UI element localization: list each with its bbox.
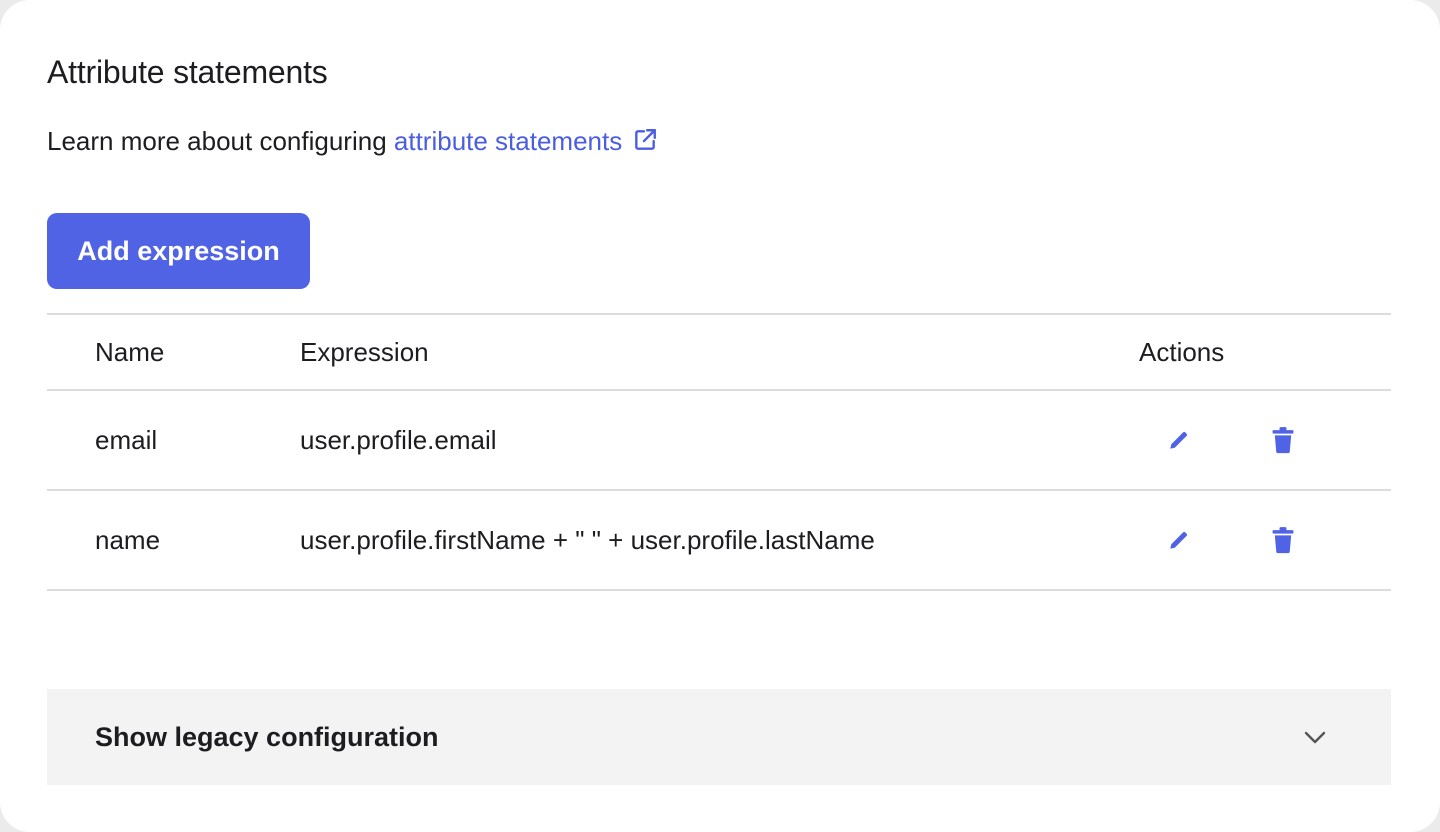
chevron-down-icon [1304, 731, 1326, 744]
row-actions [1139, 491, 1323, 589]
external-link-icon [635, 129, 657, 150]
edit-button[interactable] [1139, 507, 1219, 573]
attribute-name-cell: name [95, 524, 161, 555]
pencil-icon [1170, 431, 1188, 449]
column-header-expression: Expression [300, 336, 429, 367]
column-header-name: Name [95, 336, 165, 367]
attribute-name-cell: email [95, 424, 158, 455]
learn-more-text: Learn more about configuring attribute s… [47, 124, 658, 158]
table-header-row: Name Expression Actions [47, 315, 1391, 391]
add-expression-button[interactable]: Add expression [47, 213, 310, 289]
attribute-statements-link-label: attribute statements [393, 126, 623, 156]
trash-icon [1272, 427, 1294, 454]
attribute-expression-cell: user.profile.email [300, 424, 497, 455]
show-legacy-configuration-toggle[interactable]: Show legacy configuration [47, 689, 1391, 785]
table-row: email user.profile.email [47, 391, 1391, 491]
trash-icon [1272, 527, 1294, 554]
column-header-actions: Actions [1139, 336, 1225, 367]
attribute-statements-link[interactable]: attribute statements [394, 126, 658, 156]
table-row: name user.profile.firstName + " " + user… [47, 491, 1391, 591]
attribute-statements-card: Attribute statements Learn more about co… [0, 0, 1440, 832]
legacy-configuration-label: Show legacy configuration [95, 721, 439, 752]
attribute-expression-cell: user.profile.firstName + " " + user.prof… [300, 524, 875, 555]
delete-button[interactable] [1243, 407, 1323, 473]
edit-button[interactable] [1139, 407, 1219, 473]
section-title: Attribute statements [47, 54, 328, 90]
attribute-statements-table: Name Expression Actions email user.profi… [47, 313, 1391, 591]
delete-button[interactable] [1243, 507, 1323, 573]
learn-more-prefix: Learn more about configuring [47, 126, 394, 156]
row-actions [1139, 391, 1323, 489]
pencil-icon [1170, 531, 1188, 549]
